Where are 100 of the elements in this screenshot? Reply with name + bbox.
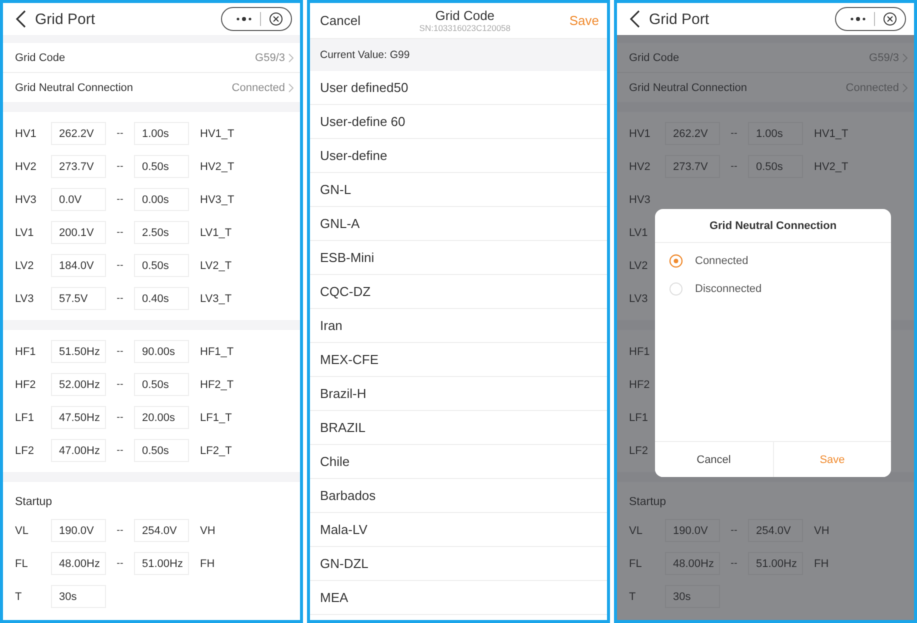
input-field[interactable]: 254.0V	[134, 519, 189, 542]
parameter-label: HV2	[15, 160, 38, 172]
input-field[interactable]: 47.00Hz	[51, 439, 106, 462]
input-field[interactable]: 273.7V	[665, 155, 720, 178]
input-field[interactable]: 57.5V	[51, 287, 106, 310]
dash-separator: --	[730, 161, 738, 172]
grid-code-option[interactable]: Brazil-H	[310, 377, 607, 411]
grid-code-option[interactable]: GN-L	[310, 173, 607, 207]
parameter-label: VL	[629, 524, 644, 536]
grid-code-option[interactable]: GN-DZL	[310, 547, 607, 581]
parameter-label: VH	[814, 524, 830, 536]
close-icon[interactable]	[883, 12, 897, 26]
parameter-label: LV2_T	[200, 260, 232, 272]
parameter-label: VH	[200, 524, 216, 536]
dash-separator: --	[116, 128, 124, 139]
input-field[interactable]: 51.00Hz	[134, 552, 189, 575]
grid-code-option[interactable]: User-define 60	[310, 105, 607, 139]
radio-button[interactable]	[669, 254, 683, 268]
input-field[interactable]: 190.0V	[665, 519, 720, 542]
parameter-label: LV1	[15, 226, 35, 238]
input-field[interactable]: 2.50s	[134, 221, 189, 244]
input-field[interactable]: 0.50s	[134, 439, 189, 462]
input-field[interactable]: 0.50s	[134, 155, 189, 178]
cancel-button[interactable]: Cancel	[320, 13, 360, 28]
input-field[interactable]: 0.50s	[748, 155, 803, 178]
dash-separator: --	[730, 128, 738, 139]
parameter-label: HV3_T	[200, 194, 234, 206]
parameter-label: HF2	[15, 378, 37, 390]
input-field[interactable]: 1.00s	[134, 122, 189, 145]
back-icon[interactable]	[15, 9, 27, 29]
setting-value[interactable]: G59/3	[255, 52, 285, 64]
parameter-label: VL	[15, 524, 30, 536]
parameter-label: HV2_T	[200, 160, 234, 172]
option-label: Disconnected	[695, 283, 762, 295]
input-field[interactable]: 262.2V	[51, 122, 106, 145]
parameter-label: LV3	[629, 292, 649, 304]
grid-code-option[interactable]: BRAZIL	[310, 411, 607, 445]
parameter-label: LV1_T	[200, 226, 232, 238]
parameter-label: LF1	[629, 412, 649, 424]
parameter-label: HV3	[15, 194, 38, 206]
parameter-label: LF1_T	[200, 412, 232, 424]
input-field[interactable]: 51.50Hz	[51, 340, 106, 363]
dash-separator: --	[116, 525, 124, 536]
close-icon[interactable]	[269, 12, 283, 26]
parameter-label: FL	[15, 558, 29, 570]
parameter-label: HF1	[15, 346, 37, 358]
grid-code-option[interactable]: CQC-DZ	[310, 275, 607, 309]
grid-code-option[interactable]: Iran	[310, 309, 607, 343]
parameter-label: LV2	[15, 260, 35, 272]
parameter-label: HV2	[629, 160, 652, 172]
parameter-label: LV3_T	[200, 292, 232, 304]
grid-code-option[interactable]: Barbados	[310, 479, 607, 513]
input-field[interactable]: 30s	[665, 585, 720, 608]
grid-code-option[interactable]: MEX-CFE	[310, 343, 607, 377]
input-field[interactable]: 48.00Hz	[665, 552, 720, 575]
dash-separator: --	[116, 227, 124, 238]
grid-code-option[interactable]: GNL-A	[310, 207, 607, 241]
parameter-label: FH	[814, 558, 829, 570]
input-field[interactable]: 48.00Hz	[51, 552, 106, 575]
input-field[interactable]: 90.00s	[134, 340, 189, 363]
grid-code-option[interactable]: Mala-LV	[310, 513, 607, 547]
more-icon[interactable]	[850, 16, 866, 22]
input-field[interactable]: 0.00s	[134, 188, 189, 211]
setting-value[interactable]: Connected	[232, 82, 285, 94]
more-icon[interactable]	[236, 16, 252, 22]
input-field[interactable]: 273.7V	[51, 155, 106, 178]
input-field[interactable]: 20.00s	[134, 406, 189, 429]
input-field[interactable]: 262.2V	[665, 122, 720, 145]
parameter-label: FL	[629, 558, 643, 570]
dash-separator: --	[116, 194, 124, 205]
grid-code-option[interactable]: MEA	[310, 581, 607, 615]
input-field[interactable]: 0.50s	[134, 254, 189, 277]
input-field[interactable]: 0.40s	[134, 287, 189, 310]
setting-label: Grid Code	[15, 52, 66, 64]
parameter-label: HF1	[629, 346, 651, 358]
input-field[interactable]: 0.0V	[51, 188, 106, 211]
dash-separator: --	[116, 445, 124, 456]
input-field[interactable]: 1.00s	[748, 122, 803, 145]
grid-code-option[interactable]: User defined50	[310, 71, 607, 105]
setting-label: Grid Neutral Connection	[15, 82, 134, 94]
dash-separator: --	[730, 525, 738, 536]
input-field[interactable]: 190.0V	[51, 519, 106, 542]
grid-code-option[interactable]: ESB-Mini	[310, 241, 607, 275]
dash-separator: --	[730, 558, 738, 569]
input-field[interactable]: 254.0V	[748, 519, 803, 542]
grid-code-option[interactable]: Chile	[310, 445, 607, 479]
parameter-label: LF1	[15, 412, 35, 424]
input-field[interactable]: 30s	[51, 585, 106, 608]
parameter-label: LF2_T	[200, 444, 232, 456]
input-field[interactable]: 200.1V	[51, 221, 106, 244]
input-field[interactable]: 47.50Hz	[51, 406, 106, 429]
dash-separator: --	[116, 161, 124, 172]
setting-label: Grid Neutral Connection	[629, 82, 748, 94]
input-field[interactable]: 184.0V	[51, 254, 106, 277]
input-field[interactable]: 0.50s	[134, 373, 189, 396]
input-field[interactable]: 51.00Hz	[748, 552, 803, 575]
input-field[interactable]: 52.00Hz	[51, 373, 106, 396]
grid-code-option[interactable]: User-define	[310, 139, 607, 173]
back-icon[interactable]	[629, 9, 641, 29]
section-heading: Startup	[14, 495, 54, 510]
